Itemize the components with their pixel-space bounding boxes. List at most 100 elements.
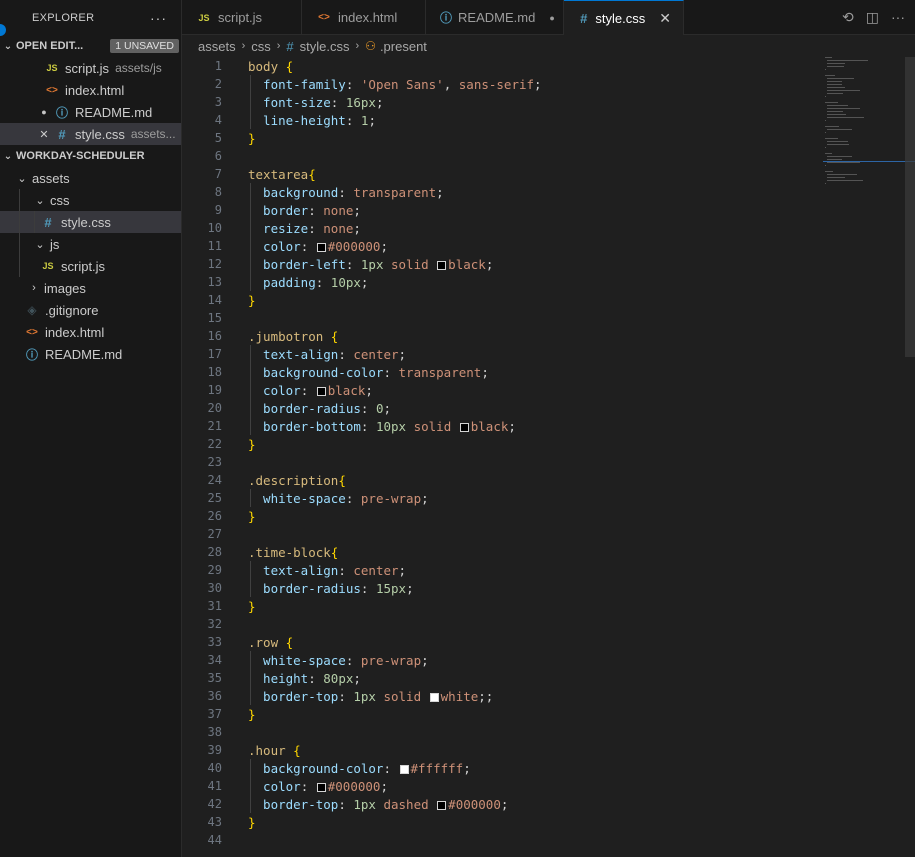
code-line[interactable]: 18 background-color: transparent; — [182, 363, 489, 381]
tree-folder-images[interactable]: › images — [0, 277, 181, 299]
breadcrumb-item[interactable]: style.css — [300, 39, 350, 54]
color-swatch[interactable] — [316, 782, 326, 792]
color-swatch[interactable] — [459, 422, 469, 432]
color-swatch[interactable] — [437, 260, 447, 270]
code-line[interactable]: 39 .hour { — [182, 741, 301, 759]
breadcrumb-item[interactable]: .present — [380, 39, 427, 54]
open-editors-section[interactable]: ⌄ OPEN EDIT... 1 UNSAVED — [0, 35, 181, 57]
code-line[interactable]: 26} — [182, 507, 256, 525]
code-line[interactable]: 9 border: none; — [182, 201, 361, 219]
code-line[interactable]: 19 color: black; — [182, 381, 373, 399]
code-line[interactable]: 3 font-size: 16px; — [182, 93, 384, 111]
code-line[interactable]: 5} — [182, 129, 256, 147]
code-line[interactable]: 38 — [182, 723, 222, 741]
code-line[interactable]: 43} — [182, 813, 256, 831]
code-line[interactable]: 1 body { — [182, 57, 293, 75]
code-line[interactable]: 12 border-left: 1px solid black; — [182, 255, 494, 273]
open-editor-readme[interactable]: ● ⓘ README.md — [0, 101, 181, 123]
unsaved-dot-icon[interactable]: ● — [38, 107, 50, 117]
code-line[interactable]: 15 — [182, 309, 222, 327]
code-token: resize — [248, 220, 309, 236]
code-line[interactable]: 21 border-bottom: 10px solid black; — [182, 417, 516, 435]
code-line[interactable]: 14} — [182, 291, 256, 309]
tree-file-readme[interactable]: ⓘ README.md — [0, 343, 181, 365]
code-line[interactable]: 40 background-color: #ffffff; — [182, 759, 471, 777]
code-line[interactable]: 10 resize: none; — [182, 219, 361, 237]
code-line[interactable]: 35 height: 80px; — [182, 669, 361, 687]
open-editor-script-js[interactable]: JS script.js assets/js — [0, 57, 181, 79]
code-token: none — [323, 220, 354, 236]
code-token: , — [443, 76, 459, 92]
code-line[interactable]: 44 — [182, 831, 222, 849]
git-file-icon: ◈ — [27, 303, 37, 317]
code-line[interactable]: 6 — [182, 147, 222, 165]
open-editor-style-css[interactable]: ✕ # style.css assets... — [0, 123, 181, 145]
tab-index-html[interactable]: <> index.html — [302, 0, 426, 35]
tree-folder-js[interactable]: ⌄ js — [0, 233, 181, 255]
tree-folder-assets[interactable]: ⌄ assets — [0, 167, 181, 189]
code-line[interactable]: 13 padding: 10px; — [182, 273, 369, 291]
line-number: 39 — [207, 743, 222, 757]
color-swatch[interactable] — [399, 764, 409, 774]
indent-guide — [19, 211, 20, 233]
color-swatch[interactable] — [316, 242, 326, 252]
tree-file-index-html[interactable]: <> index.html — [0, 321, 181, 343]
open-editor-index-html[interactable]: <> index.html — [0, 79, 181, 101]
code-line[interactable]: 8 background: transparent; — [182, 183, 444, 201]
color-swatch[interactable] — [316, 386, 326, 396]
code-line[interactable]: 25 white-space: pre-wrap; — [182, 489, 429, 507]
code-line[interactable]: 36 border-top: 1px solid white;; — [182, 687, 494, 705]
code-line[interactable]: 11 color: #000000; — [182, 237, 388, 255]
code-line[interactable]: 2 font-family: 'Open Sans', sans-serif; — [182, 75, 542, 93]
code-line[interactable]: 29 text-align: center; — [182, 561, 407, 579]
code-line[interactable]: 42 border-top: 1px dashed #000000; — [182, 795, 509, 813]
code-text: .row { — [248, 635, 293, 650]
code-line[interactable]: 34 white-space: pre-wrap; — [182, 651, 429, 669]
symbol-class-icon: ⚇ — [365, 39, 376, 53]
close-icon[interactable]: ✕ — [38, 128, 50, 141]
code-line[interactable]: 4 line-height: 1; — [182, 111, 376, 129]
color-swatch[interactable] — [429, 692, 439, 702]
line-number: 41 — [207, 779, 222, 793]
code-line[interactable]: 17 text-align: center; — [182, 345, 407, 363]
code-line[interactable]: 41 color: #000000; — [182, 777, 388, 795]
close-icon[interactable]: ✕ — [659, 10, 671, 27]
tree-folder-css[interactable]: ⌄ css — [0, 189, 181, 211]
line-number: 35 — [207, 671, 222, 685]
tree-item-label: README.md — [45, 346, 123, 362]
code-line[interactable]: 33 .row { — [182, 633, 294, 651]
code-line[interactable]: 37} — [182, 705, 256, 723]
code-token: ; — [368, 112, 376, 128]
tab-style-css[interactable]: # style.css ✕ — [564, 0, 684, 35]
unsaved-dot-icon[interactable]: ● — [549, 13, 554, 23]
split-editor-icon[interactable]: ◫ — [866, 9, 879, 26]
tree-file-script-js[interactable]: JS script.js — [0, 255, 181, 277]
breadcrumb-item[interactable]: css — [251, 39, 271, 54]
breadcrumb-item[interactable]: assets — [198, 39, 236, 54]
ellipsis-icon[interactable]: ··· — [891, 9, 905, 25]
code-line[interactable]: 32 — [182, 615, 222, 633]
code-line[interactable]: 22} — [182, 435, 256, 453]
vertical-scrollbar[interactable] — [905, 57, 915, 357]
code-line[interactable]: 27 — [182, 525, 222, 543]
code-token: solid — [375, 688, 429, 704]
code-line[interactable]: 7 textarea{ — [182, 165, 316, 183]
ellipsis-icon[interactable]: ··· — [150, 10, 167, 26]
code-token: pre-wrap — [360, 652, 422, 668]
code-line[interactable]: 30 border-radius: 15px; — [182, 579, 414, 597]
project-section[interactable]: ⌄ WORKDAY-SCHEDULER — [0, 145, 181, 167]
minimap[interactable] — [825, 57, 905, 207]
code-editor[interactable]: 1 body {2 font-family: 'Open Sans', sans-… — [182, 57, 915, 857]
code-line[interactable]: 20 border-radius: 0; — [182, 399, 391, 417]
code-line[interactable]: 31} — [182, 597, 256, 615]
code-line[interactable]: 16 .jumbotron { — [182, 327, 339, 345]
tree-file-style-css[interactable]: # style.css — [0, 211, 181, 233]
code-line[interactable]: 24 .description{ — [182, 471, 346, 489]
tree-file-gitignore[interactable]: ◈ .gitignore — [0, 299, 181, 321]
tab-readme[interactable]: ⓘ README.md ● — [426, 0, 564, 35]
code-line[interactable]: 28 .time-block{ — [182, 543, 339, 561]
tab-script-js[interactable]: JS script.js — [182, 0, 302, 35]
code-line[interactable]: 23 — [182, 453, 222, 471]
compare-icon[interactable]: ⟲ — [842, 9, 854, 26]
color-swatch[interactable] — [437, 800, 447, 810]
